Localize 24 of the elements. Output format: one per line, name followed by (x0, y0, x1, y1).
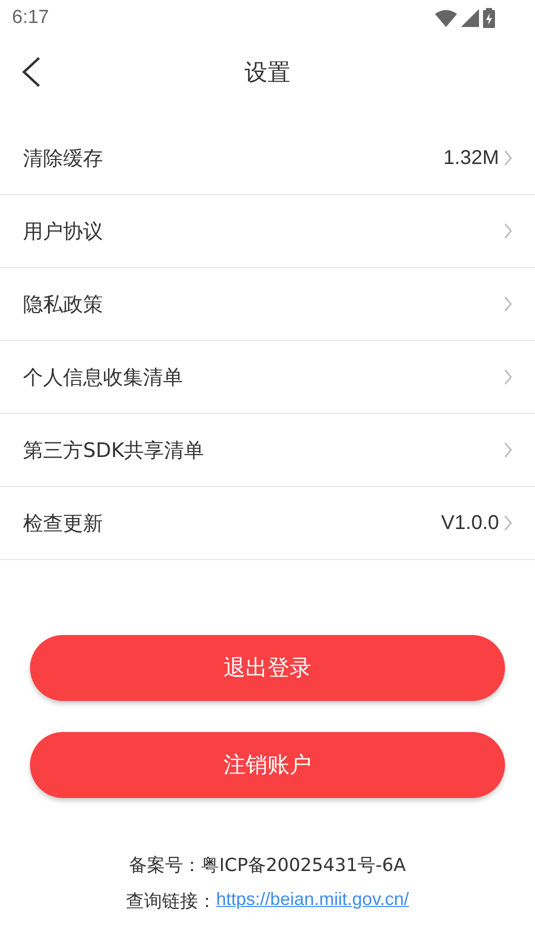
back-icon[interactable] (20, 56, 42, 88)
chevron-icon (503, 296, 513, 312)
settings-item[interactable]: 个人信息收集清单 (23, 364, 503, 390)
page-title: 设置 (244, 58, 290, 88)
status-time: 6:17 (12, 7, 49, 29)
item-value: 1.32M (443, 146, 499, 170)
chevron-icon (503, 369, 513, 385)
chevron-icon (503, 515, 513, 531)
settings-item[interactable]: 第三方SDK共享清单 (23, 436, 503, 464)
record-number: 备案号：粤ICP备20025431号-6A (129, 854, 406, 877)
item-value: V1.0.0 (441, 512, 499, 534)
battery-icon (483, 8, 495, 28)
chevron-icon (503, 150, 513, 166)
settings-item[interactable]: 用户协议 (23, 218, 503, 244)
chevron-icon (503, 442, 513, 458)
signal-icon (461, 9, 479, 27)
settings-item[interactable]: 隐私政策 (23, 290, 503, 318)
delete-account-button[interactable]: 注销账户 (30, 732, 505, 798)
wifi-icon (435, 10, 457, 26)
chevron-icon (503, 223, 513, 239)
settings-item[interactable]: 清除缓存 (23, 144, 444, 172)
settings-item[interactable]: 检查更新 (23, 510, 442, 536)
link-label: 查询链接： (126, 890, 216, 913)
logout-button[interactable]: 退出登录 (30, 635, 505, 701)
